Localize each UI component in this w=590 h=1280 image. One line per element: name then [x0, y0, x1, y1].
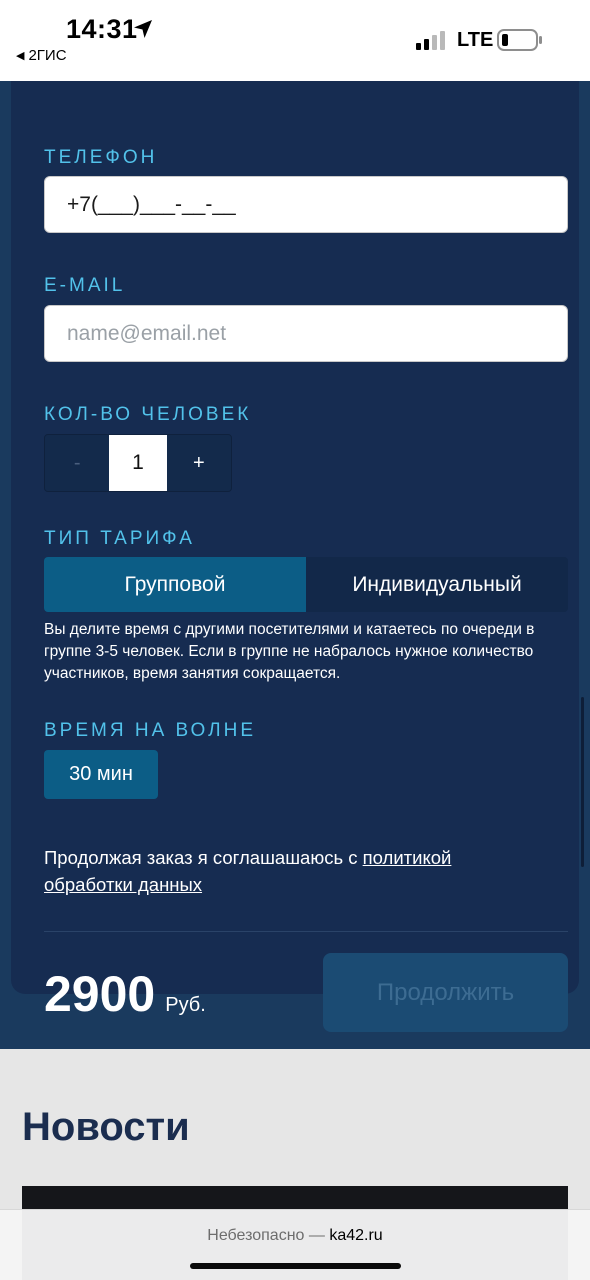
back-app-label: 2ГИС: [28, 47, 67, 64]
people-count-label: КОЛ-ВО ЧЕЛОВЕК: [44, 404, 252, 425]
price-value: 2900: [44, 966, 156, 1022]
consent-prefix: Продолжая заказ я соглашашаюсь с: [44, 847, 363, 868]
increment-button[interactable]: +: [166, 435, 231, 491]
tariff-option-group[interactable]: Групповой: [44, 557, 306, 612]
back-to-app-button[interactable]: ◀ 2ГИС: [16, 47, 67, 64]
network-type: LTE: [457, 29, 494, 51]
url-domain: ka42.ru: [329, 1227, 383, 1244]
battery-icon: [497, 29, 542, 51]
decrement-button[interactable]: -: [45, 435, 110, 491]
wave-time-option[interactable]: 30 мин: [44, 750, 158, 799]
browser-address-bar[interactable]: Небезопасно — ka42.ru: [0, 1209, 590, 1280]
total-price: 2900 Руб.: [44, 965, 206, 1023]
consent-text: Продолжая заказ я соглашашаюсь с политик…: [44, 844, 544, 898]
url-separator: —: [304, 1227, 330, 1244]
news-heading: Новости: [22, 1105, 190, 1149]
divider: [44, 931, 568, 932]
back-triangle-icon: ◀: [16, 50, 25, 62]
continue-button[interactable]: Продолжить: [323, 953, 568, 1032]
email-label: E-MAIL: [44, 275, 126, 296]
url-display[interactable]: Небезопасно — ka42.ru: [0, 1227, 590, 1245]
tariff-type-label: ТИП ТАРИФА: [44, 528, 195, 549]
cellular-signal-icon: [416, 31, 445, 50]
tariff-option-individual[interactable]: Индивидуальный: [306, 557, 568, 612]
status-bar: 14:31 ◀ 2ГИС LTE: [0, 0, 590, 81]
page-scrollbar[interactable]: [581, 697, 584, 867]
phone-label: ТЕЛЕФОН: [44, 147, 158, 168]
home-indicator[interactable]: [190, 1263, 401, 1269]
status-time: 14:31: [66, 14, 138, 44]
location-arrow-icon: [134, 20, 152, 38]
wave-time-label: ВРЕМЯ НА ВОЛНЕ: [44, 720, 256, 741]
tariff-description: Вы делите время с другими посетителями и…: [44, 621, 535, 682]
phone-input[interactable]: [44, 176, 568, 233]
tariff-type-toggle: Групповой Индивидуальный: [44, 557, 568, 612]
booking-form-card: ТЕЛЕФОН E-MAIL КОЛ-ВО ЧЕЛОВЕК - 1 + ТИП …: [11, 81, 579, 1032]
security-warning: Небезопасно: [207, 1227, 305, 1244]
people-count-stepper: - 1 +: [44, 434, 232, 492]
email-input[interactable]: [44, 305, 568, 362]
price-currency: Руб.: [165, 994, 206, 1016]
people-count-value[interactable]: 1: [109, 435, 167, 491]
